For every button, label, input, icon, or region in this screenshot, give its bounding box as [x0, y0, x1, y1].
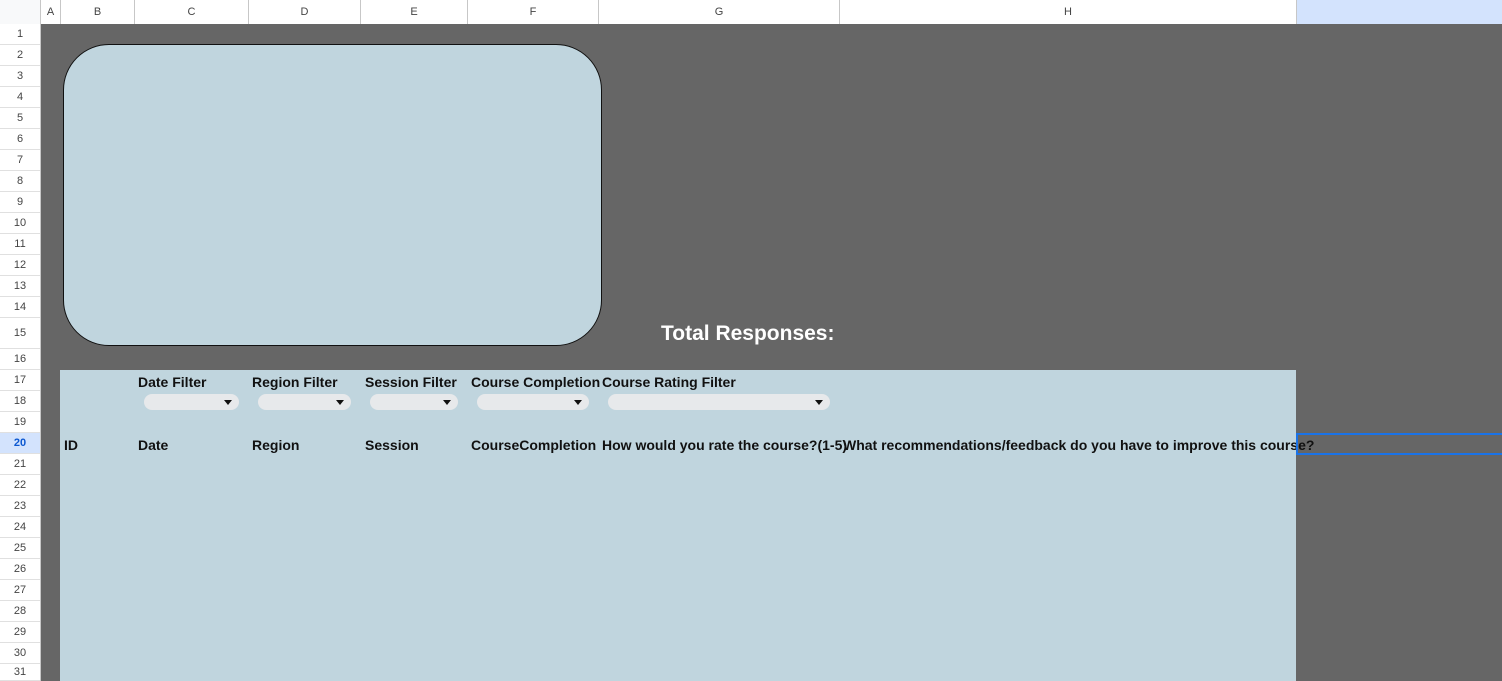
course-rating-filter-label: Course Rating Filter [602, 374, 736, 390]
row-header[interactable]: 22 [0, 475, 40, 496]
row-header[interactable]: 15 [0, 318, 40, 349]
total-responses-label: Total Responses: [661, 322, 835, 345]
course-completion-filter-label: Course Completion [471, 374, 601, 390]
date-filter-label: Date Filter [138, 374, 207, 390]
row-header[interactable]: 9 [0, 192, 40, 213]
row-header[interactable]: 7 [0, 150, 40, 171]
row-header[interactable]: 6 [0, 129, 40, 150]
row-header[interactable]: 31 [0, 664, 40, 681]
row-header[interactable]: 23 [0, 496, 40, 517]
row-header[interactable]: 27 [0, 580, 40, 601]
rounded-shape-placeholder[interactable] [63, 44, 602, 346]
row-header[interactable]: 10 [0, 213, 40, 234]
row-header[interactable]: 11 [0, 234, 40, 255]
table-header-rating: How would you rate the course?(1-5) [602, 437, 848, 453]
row-header[interactable]: 3 [0, 66, 40, 87]
row-header[interactable]: 17 [0, 370, 40, 391]
row-header[interactable]: 29 [0, 622, 40, 643]
table-header-region: Region [252, 437, 300, 453]
column-header-d[interactable]: D [249, 0, 361, 24]
row-header[interactable]: 5 [0, 108, 40, 129]
row-header[interactable]: 8 [0, 171, 40, 192]
session-filter-label: Session Filter [365, 374, 457, 390]
course-completion-filter-dropdown[interactable] [477, 394, 589, 410]
filter-table-panel: Date Filter Region Filter Session Filter… [60, 370, 1314, 681]
row-header[interactable]: 18 [0, 391, 40, 412]
row-header-bar: 1 2 3 4 5 6 7 8 9 10 11 12 13 14 15 16 1… [0, 24, 41, 681]
row-header[interactable]: 25 [0, 538, 40, 559]
column-header-h[interactable]: H [840, 0, 1297, 24]
table-header-course-completion: CourseCompletion [471, 437, 597, 453]
region-filter-dropdown[interactable] [258, 394, 351, 410]
table-header-date: Date [138, 437, 169, 453]
column-header-e[interactable]: E [361, 0, 468, 24]
caret-down-icon [224, 400, 232, 405]
column-header-b[interactable]: B [61, 0, 135, 24]
caret-down-icon [574, 400, 582, 405]
row-header[interactable]: 30 [0, 643, 40, 664]
caret-down-icon [815, 400, 823, 405]
row-header[interactable]: 2 [0, 45, 40, 66]
region-filter-label: Region Filter [252, 374, 338, 390]
column-header-bar: A B C D E F G H [0, 0, 1502, 24]
course-rating-filter-dropdown[interactable] [608, 394, 830, 410]
row-header[interactable]: 14 [0, 297, 40, 318]
column-header-f[interactable]: F [468, 0, 599, 24]
row-header[interactable]: 19 [0, 412, 40, 433]
column-header-a[interactable]: A [41, 0, 61, 24]
session-filter-dropdown[interactable] [370, 394, 458, 410]
row-header[interactable]: 13 [0, 276, 40, 297]
row-header[interactable]: 21 [0, 454, 40, 475]
date-filter-dropdown[interactable] [144, 394, 239, 410]
caret-down-icon [443, 400, 451, 405]
table-header-session: Session [365, 437, 419, 453]
row-header[interactable]: 12 [0, 255, 40, 276]
column-header-g[interactable]: G [599, 0, 840, 24]
row-header[interactable]: 1 [0, 24, 40, 45]
column-header-c[interactable]: C [135, 0, 249, 24]
row-header[interactable]: 28 [0, 601, 40, 622]
row-header[interactable]: 26 [0, 559, 40, 580]
table-header-feedback: What recommendations/feedback do you hav… [843, 437, 1315, 453]
row-header[interactable]: 16 [0, 349, 40, 370]
table-header-id: ID [64, 437, 78, 453]
caret-down-icon [336, 400, 344, 405]
select-all-corner[interactable] [0, 0, 41, 24]
column-header-i-selected[interactable] [1297, 0, 1502, 24]
active-cell-selection[interactable] [1296, 433, 1502, 455]
row-header[interactable]: 24 [0, 517, 40, 538]
row-header[interactable]: 4 [0, 87, 40, 108]
row-header-selected[interactable]: 20 [0, 433, 40, 454]
